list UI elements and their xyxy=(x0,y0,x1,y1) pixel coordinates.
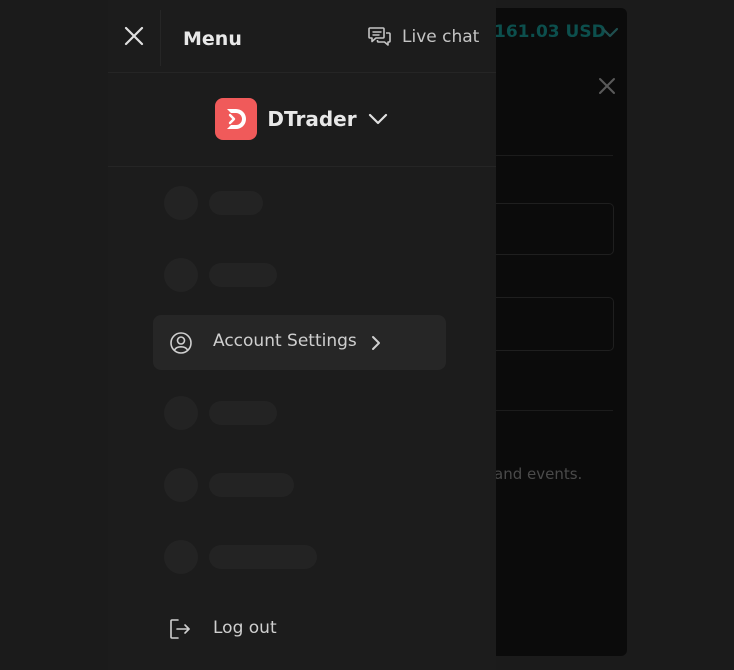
platform-switcher[interactable]: DTrader xyxy=(215,98,388,140)
loading-placeholder-bar xyxy=(209,473,294,497)
loading-placeholder-bar xyxy=(209,191,263,215)
menu-drawer: Menu Live chat DTrader Account Settings … xyxy=(108,0,496,670)
menu-title: Menu xyxy=(183,28,242,50)
platform-switcher-row: DTrader xyxy=(108,72,496,167)
app-screen: 161.03 USD and events. Menu Live chat DT… xyxy=(0,0,734,670)
live-chat-label: Live chat xyxy=(402,27,480,47)
header-divider xyxy=(160,10,161,66)
background-field xyxy=(496,297,614,351)
loading-placeholder-bar xyxy=(209,263,277,287)
dtrader-logo-icon xyxy=(215,98,258,140)
close-icon xyxy=(124,26,144,46)
chevron-down-icon xyxy=(601,27,619,38)
logout-button[interactable]: Log out xyxy=(168,614,308,644)
loading-placeholder-bar xyxy=(209,401,277,425)
loading-placeholder-icon xyxy=(164,396,198,430)
platform-name: DTrader xyxy=(267,107,357,131)
menu-header: Menu Live chat xyxy=(108,0,496,73)
account-settings-item[interactable]: Account Settings xyxy=(153,315,446,370)
divider xyxy=(496,410,613,411)
live-chat-button[interactable]: Live chat xyxy=(368,26,479,48)
chevron-right-icon xyxy=(372,336,380,350)
close-icon[interactable] xyxy=(598,77,616,95)
logout-label: Log out xyxy=(213,618,277,638)
background-text: and events. xyxy=(494,465,583,483)
user-circle-icon xyxy=(170,332,192,354)
close-menu-button[interactable] xyxy=(108,0,160,72)
chat-bubbles-icon xyxy=(368,27,391,46)
account-settings-label: Account Settings xyxy=(213,331,357,351)
loading-placeholder-icon xyxy=(164,468,198,502)
loading-placeholder-icon xyxy=(164,186,198,220)
divider xyxy=(496,155,613,156)
account-balance: 161.03 USD xyxy=(494,22,606,42)
loading-placeholder-icon xyxy=(164,540,198,574)
background-field xyxy=(496,203,614,255)
logout-icon xyxy=(170,619,190,639)
loading-placeholder-icon xyxy=(164,258,198,292)
loading-placeholder-bar xyxy=(209,545,317,569)
chevron-down-icon xyxy=(368,113,387,125)
